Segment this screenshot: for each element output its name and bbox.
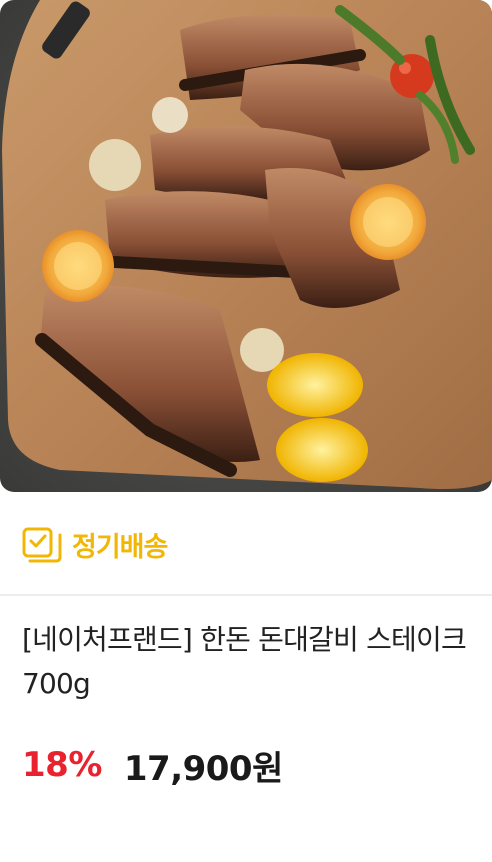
divider xyxy=(0,594,492,596)
product-image[interactable] xyxy=(0,0,492,492)
subscription-badge: 정기배송 xyxy=(22,520,168,568)
product-card[interactable]: 정기배송 [네이처프랜드] 한돈 돈대갈비 스테이크 700g 18% 17,9… xyxy=(0,0,492,862)
pork-ribs-photo xyxy=(0,0,492,492)
product-title[interactable]: [네이처프랜드] 한돈 돈대갈비 스테이크 700g xyxy=(22,618,482,706)
sale-price: 17,900원 xyxy=(123,748,283,789)
calendar-check-icon xyxy=(22,523,64,565)
subscription-label: 정기배송 xyxy=(72,531,168,563)
price-row: 18% 17,900원 xyxy=(22,738,283,792)
discount-rate: 18% xyxy=(22,745,102,785)
